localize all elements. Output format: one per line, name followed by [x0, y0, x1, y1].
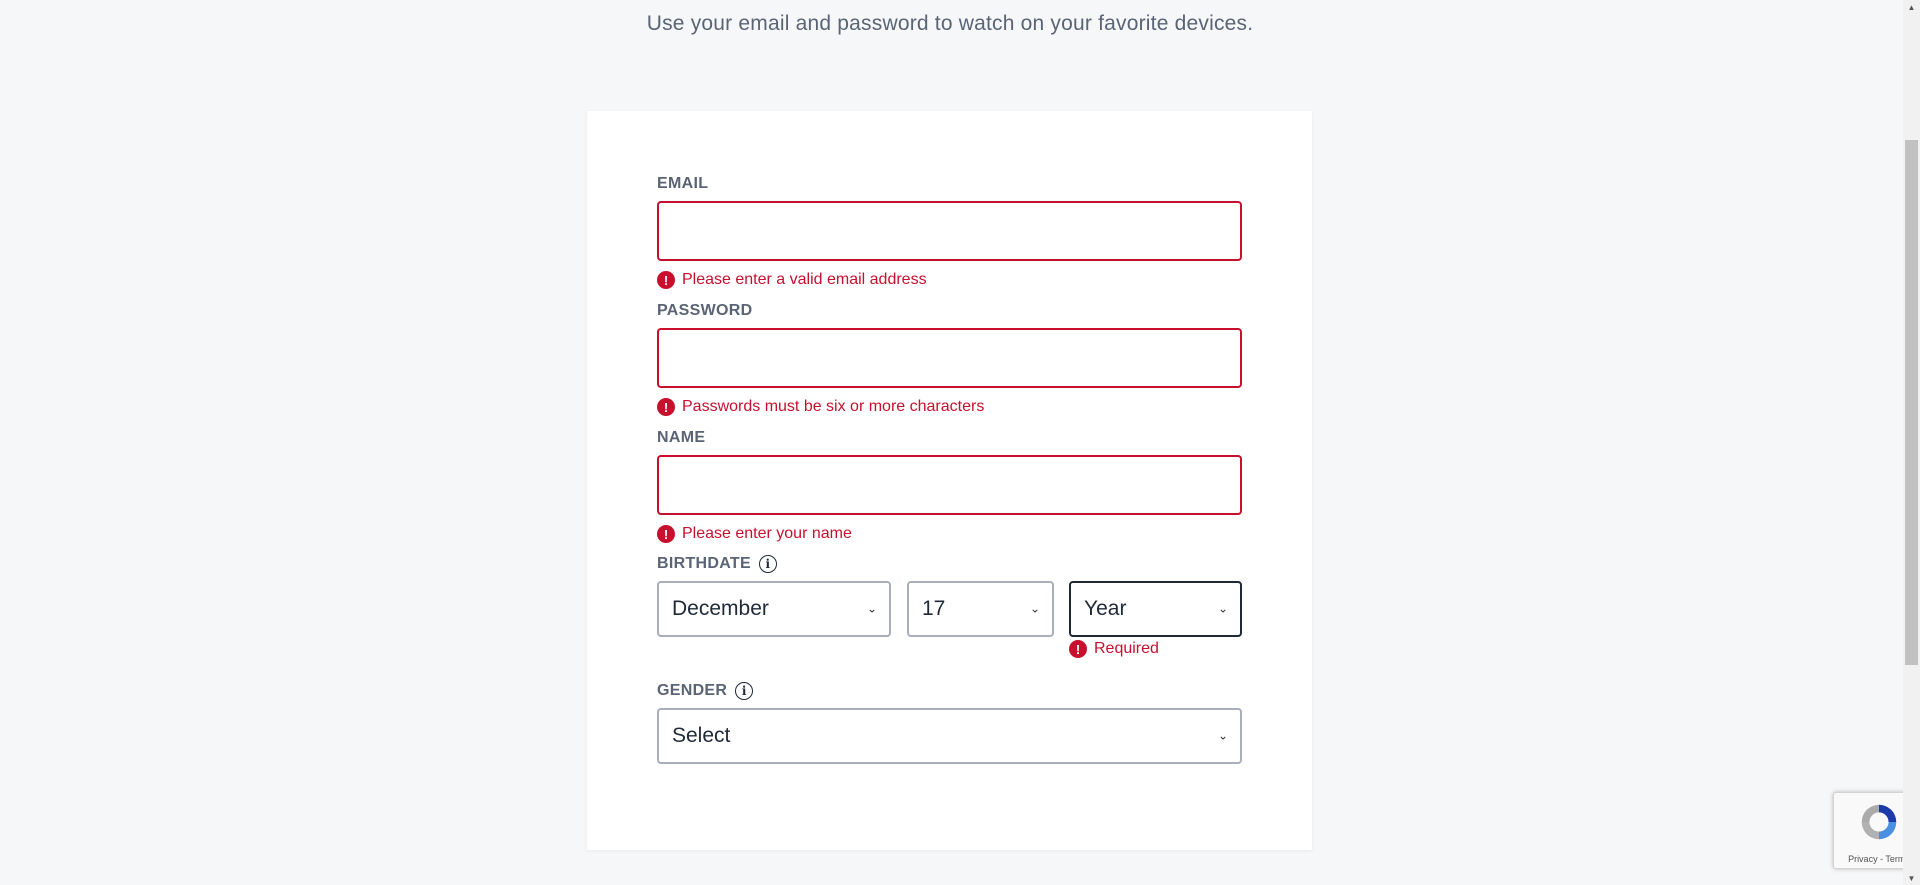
password-error: ! Passwords must be six or more characte…: [657, 397, 1242, 417]
birthdate-label-text: BIRTHDATE: [657, 555, 751, 572]
error-icon: !: [657, 525, 675, 543]
birthdate-year-error-text: Required: [1094, 640, 1159, 657]
name-error-text: Please enter your name: [682, 525, 852, 542]
gender-value: Select: [672, 724, 731, 747]
chevron-down-icon: ⌄: [1217, 601, 1228, 616]
scroll-down-arrow-icon[interactable]: ▼: [1903, 871, 1920, 885]
name-label-text: NAME: [657, 429, 706, 446]
email-label-text: EMAIL: [657, 175, 709, 192]
page-subtitle: Use your email and password to watch on …: [646, 12, 1254, 35]
name-label: NAME: [657, 428, 1242, 448]
gender-label: GENDER i: [657, 681, 1242, 701]
birthdate-label: BIRTHDATE i: [657, 554, 1242, 574]
gender-info-icon[interactable]: i: [735, 682, 754, 700]
chevron-down-icon: ⌄: [1217, 728, 1228, 743]
chevron-down-icon: ⌄: [1029, 601, 1040, 616]
email-input[interactable]: [657, 201, 1242, 261]
birthdate-month-value: December: [672, 597, 769, 620]
error-icon: !: [657, 271, 675, 289]
gender-select[interactable]: Select ⌄: [657, 708, 1242, 764]
recaptcha-logo-icon: [1861, 804, 1897, 840]
birthdate-year-error: ! Required: [1069, 639, 1159, 659]
email-field-group: EMAIL ! Please enter a valid email addre…: [657, 174, 1242, 290]
password-label-text: PASSWORD: [657, 302, 753, 319]
name-error: ! Please enter your name: [657, 524, 1242, 544]
gender-label-text: GENDER: [657, 682, 728, 699]
email-error: ! Please enter a valid email address: [657, 270, 1242, 290]
name-input[interactable]: [657, 455, 1242, 515]
email-label: EMAIL: [657, 174, 1242, 194]
vertical-scrollbar[interactable]: ▲ ▼: [1903, 0, 1920, 885]
error-icon: !: [1069, 640, 1087, 658]
error-icon: !: [657, 398, 675, 416]
birthdate-month-select[interactable]: December ⌄: [657, 581, 891, 637]
name-field-group: NAME ! Please enter your name: [657, 428, 1242, 544]
birthdate-year-value: Year: [1084, 597, 1127, 620]
signup-form-card: EMAIL ! Please enter a valid email addre…: [587, 111, 1312, 850]
birthdate-field-group: BIRTHDATE i December ⌄ 17 ⌄ Year ⌄ ! Req…: [657, 554, 1242, 658]
birthdate-day-value: 17: [922, 597, 946, 620]
password-error-text: Passwords must be six or more characters: [682, 398, 985, 415]
recaptcha-privacy-link[interactable]: Privacy: [1848, 854, 1878, 864]
password-input[interactable]: [657, 328, 1242, 388]
scroll-up-arrow-icon[interactable]: ▲: [1903, 0, 1920, 14]
birthdate-info-icon[interactable]: i: [758, 555, 777, 573]
birthdate-year-select[interactable]: Year ⌄: [1069, 581, 1242, 637]
chevron-down-icon: ⌄: [866, 601, 877, 616]
password-label: PASSWORD: [657, 301, 1242, 321]
birthdate-day-select[interactable]: 17 ⌄: [907, 581, 1054, 637]
scrollbar-thumb[interactable]: [1905, 140, 1918, 665]
email-error-text: Please enter a valid email address: [682, 271, 927, 288]
gender-field-group: GENDER i Select ⌄: [657, 681, 1242, 771]
password-field-group: PASSWORD ! Passwords must be six or more…: [657, 301, 1242, 417]
